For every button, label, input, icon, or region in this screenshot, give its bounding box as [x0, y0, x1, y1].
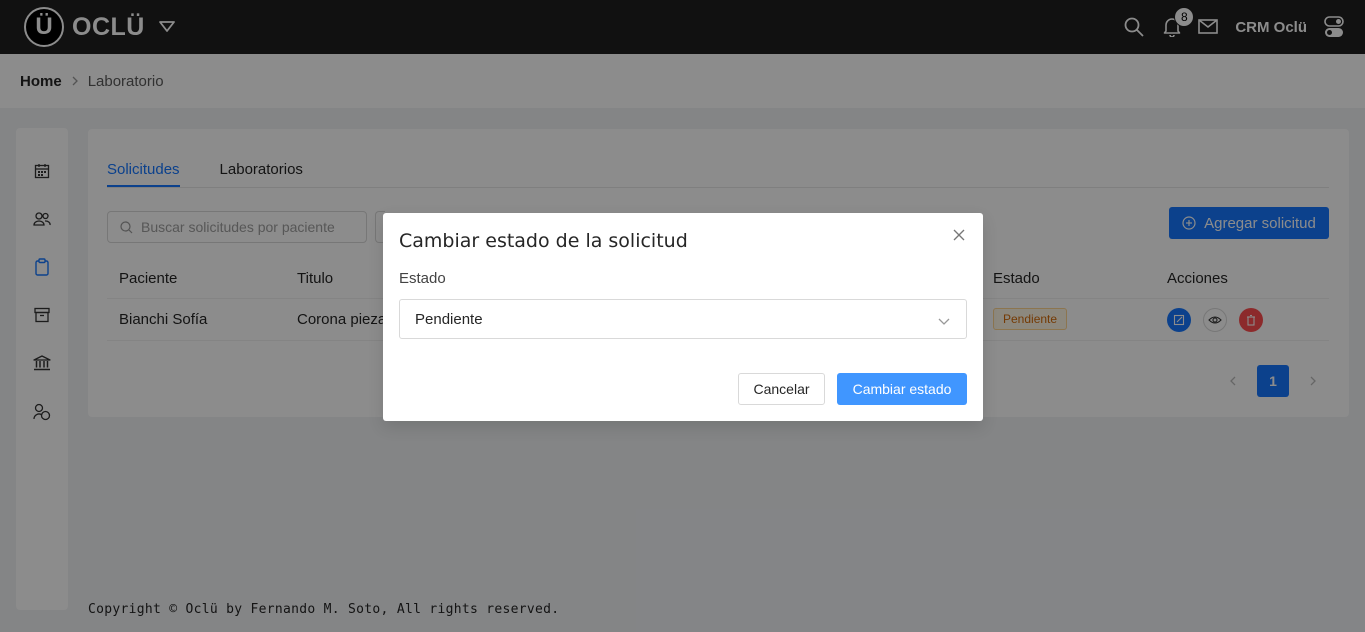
status-select-value: Pendiente: [415, 310, 483, 328]
cancel-button[interactable]: Cancelar: [738, 373, 825, 405]
chevron-down-icon: [938, 313, 950, 330]
modal-title: Cambiar estado de la solicitud: [399, 230, 688, 252]
change-status-button[interactable]: Cambiar estado: [837, 373, 967, 405]
status-select[interactable]: Pendiente: [399, 299, 967, 339]
status-field-label: Estado: [399, 270, 446, 287]
close-icon[interactable]: [951, 227, 967, 243]
change-status-modal: Cambiar estado de la solicitud Estado Pe…: [383, 213, 983, 421]
